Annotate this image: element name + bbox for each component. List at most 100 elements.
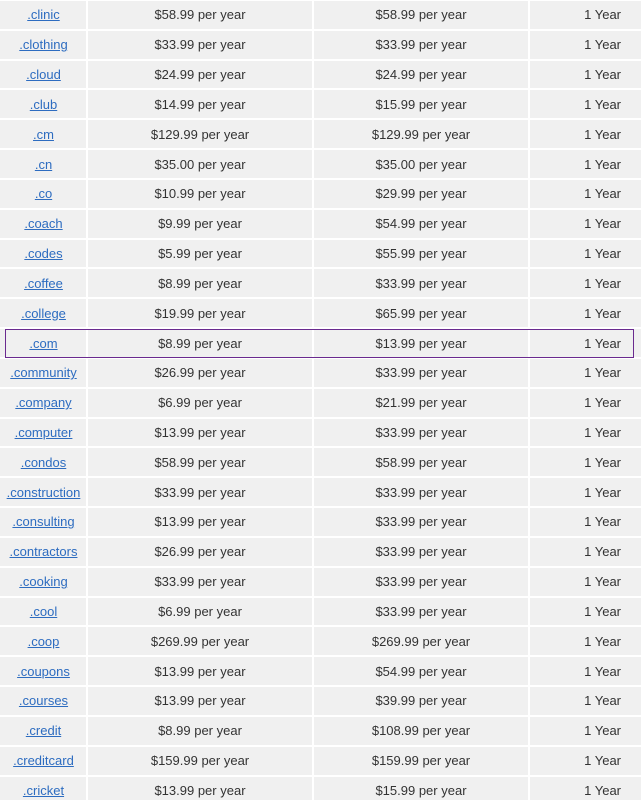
table-row: .consulting $13.99 per year $33.99 per yea… xyxy=(0,507,641,537)
renewal-price-cell: $33.99 per year xyxy=(375,37,467,53)
registration-price-cell: $13.99 per year xyxy=(154,663,246,679)
tld-link[interactable]: .coach xyxy=(24,216,62,231)
renewal-price-cell: $159.99 per year xyxy=(371,753,471,769)
table-row: .co $10.99 per year $29.99 per year 1 Year xyxy=(0,178,641,209)
tld-link[interactable]: .cooking xyxy=(19,574,67,589)
term-cell: 1 Year xyxy=(584,544,621,560)
tld-link[interactable]: .community xyxy=(10,365,76,380)
tld-cell: .clothing xyxy=(0,30,87,60)
term-cell: 1 Year xyxy=(584,365,621,381)
registration-price-cell: $26.99 per year xyxy=(154,544,246,560)
tld-link[interactable]: .coupons xyxy=(17,664,70,679)
registration-price-cell: $58.99 per year xyxy=(154,454,246,470)
table-row: .cricket $13.99 per year $15.99 per year 1 … xyxy=(0,775,641,800)
tld-cell: .com xyxy=(0,328,87,358)
registration-price-cell: $13.99 per year xyxy=(154,782,246,798)
registration-price-cell: $33.99 per year xyxy=(154,484,246,500)
tld-link[interactable]: .credit xyxy=(26,723,61,738)
table-row: .clinic $58.99 per year $58.99 per year 1 Y… xyxy=(0,0,641,30)
tld-cell: .consulting xyxy=(0,507,87,537)
renewal-price-cell: $33.99 per year xyxy=(375,275,467,291)
renewal-price-cell: $65.99 per year xyxy=(375,305,467,321)
term-cell: 1 Year xyxy=(584,753,621,769)
tld-link[interactable]: .consulting xyxy=(12,514,74,529)
tld-cell: .coach xyxy=(0,209,87,239)
renewal-price-cell: $15.99 per year xyxy=(375,782,467,798)
renewal-price-cell: $33.99 per year xyxy=(375,603,467,619)
registration-price-cell: $58.99 per year xyxy=(154,7,246,23)
tld-link[interactable]: .computer xyxy=(15,425,73,440)
tld-link[interactable]: .coffee xyxy=(24,276,63,291)
registration-price-cell: $13.99 per year xyxy=(154,425,246,440)
tld-link[interactable]: .co xyxy=(35,186,52,201)
term-cell: 1 Year xyxy=(584,782,621,798)
tld-cell: .cool xyxy=(0,597,87,627)
renewal-price-cell: $129.99 per year xyxy=(371,126,471,142)
table-row: .com $8.99 per year $13.99 per year 1 Year xyxy=(0,328,641,358)
table-row: .credit $8.99 per year $108.99 per year 1 Y… xyxy=(0,715,641,746)
registration-price-cell: $10.99 per year xyxy=(154,186,246,202)
table-row: .community $26.99 per year $33.99 per year… xyxy=(0,357,641,388)
registration-price-cell: $8.99 per year xyxy=(158,335,242,351)
term-cell: 1 Year xyxy=(584,37,621,53)
tld-cell: .company xyxy=(0,388,87,418)
term-cell: 1 Year xyxy=(584,305,621,321)
tld-link[interactable]: .cm xyxy=(33,127,54,142)
registration-price-cell: $5.99 per year xyxy=(158,246,242,262)
tld-cell: .cloud xyxy=(0,60,87,90)
table-row: .cooking $33.99 per year $33.99 per year 1 … xyxy=(0,566,641,597)
table-row: .cloud $24.99 per year $24.99 per year 1 Ye… xyxy=(0,59,641,90)
registration-price-cell: $26.99 per year xyxy=(154,365,246,381)
renewal-price-cell: $33.99 per year xyxy=(375,514,467,530)
tld-link[interactable]: .clothing xyxy=(19,37,67,52)
registration-price-cell: $33.99 per year xyxy=(154,574,246,590)
renewal-price-cell: $108.99 per year xyxy=(371,723,471,739)
tld-link[interactable]: .courses xyxy=(19,693,68,708)
renewal-price-cell: $15.99 per year xyxy=(375,96,467,112)
renewal-price-cell: $33.99 per year xyxy=(375,544,467,560)
domain-pricing-table: .clinic $58.99 per year $58.99 per year 1 Y… xyxy=(0,0,641,800)
tld-link[interactable]: .creditcard xyxy=(13,753,74,768)
tld-link[interactable]: .cn xyxy=(35,157,52,172)
tld-link[interactable]: .clinic xyxy=(27,7,60,22)
tld-cell: .computer xyxy=(0,418,87,448)
tld-link[interactable]: .codes xyxy=(24,246,62,261)
term-cell: 1 Year xyxy=(584,126,621,142)
tld-link[interactable]: .condos xyxy=(21,455,67,470)
renewal-price-cell: $54.99 per year xyxy=(375,216,467,232)
registration-price-cell: $35.00 per year xyxy=(154,156,246,172)
term-cell: 1 Year xyxy=(584,723,621,739)
tld-link[interactable]: .contractors xyxy=(10,544,78,559)
term-cell: 1 Year xyxy=(584,67,621,83)
tld-link[interactable]: .cloud xyxy=(26,67,61,82)
term-cell: 1 Year xyxy=(584,216,621,232)
tld-link[interactable]: .company xyxy=(15,395,71,410)
table-row: .college $19.99 per year $65.99 per year 1 … xyxy=(0,298,641,329)
table-row: .coffee $8.99 per year $33.99 per year 1 Ye… xyxy=(0,268,641,299)
tld-link[interactable]: .construction xyxy=(7,485,81,500)
tld-cell: .cricket xyxy=(0,776,87,800)
renewal-price-cell: $58.99 per year xyxy=(375,7,467,23)
tld-link[interactable]: .com xyxy=(29,336,57,351)
renewal-price-cell: $269.99 per year xyxy=(371,633,471,649)
table-row: .cn $35.00 per year $35.00 per year 1 Year xyxy=(0,149,641,179)
registration-price-cell: $33.99 per year xyxy=(154,37,246,53)
tld-link[interactable]: .club xyxy=(30,97,57,112)
registration-price-cell: $9.99 per year xyxy=(158,216,242,232)
tld-link[interactable]: .cool xyxy=(30,604,57,619)
table-row: .condos $58.99 per year $58.99 per year 1 Y… xyxy=(0,447,641,478)
term-cell: 1 Year xyxy=(584,7,621,23)
registration-price-cell: $14.99 per year xyxy=(154,96,246,112)
term-cell: 1 Year xyxy=(584,186,621,202)
tld-link[interactable]: .cricket xyxy=(23,783,64,798)
table-row: .cm $129.99 per year $129.99 per year 1 Yea… xyxy=(0,119,641,150)
renewal-price-cell: $54.99 per year xyxy=(375,663,467,679)
renewal-price-cell: $35.00 per year xyxy=(375,156,467,172)
tld-link[interactable]: .college xyxy=(21,306,66,321)
renewal-price-cell: $58.99 per year xyxy=(375,454,467,470)
tld-link[interactable]: .coop xyxy=(28,634,60,649)
renewal-price-cell: $33.99 per year xyxy=(375,484,467,500)
table-row: .club $14.99 per year $15.99 per year 1 Yea… xyxy=(0,89,641,120)
table-row: .creditcard $159.99 per year $159.99 per y… xyxy=(0,745,641,776)
term-cell: 1 Year xyxy=(584,603,621,619)
